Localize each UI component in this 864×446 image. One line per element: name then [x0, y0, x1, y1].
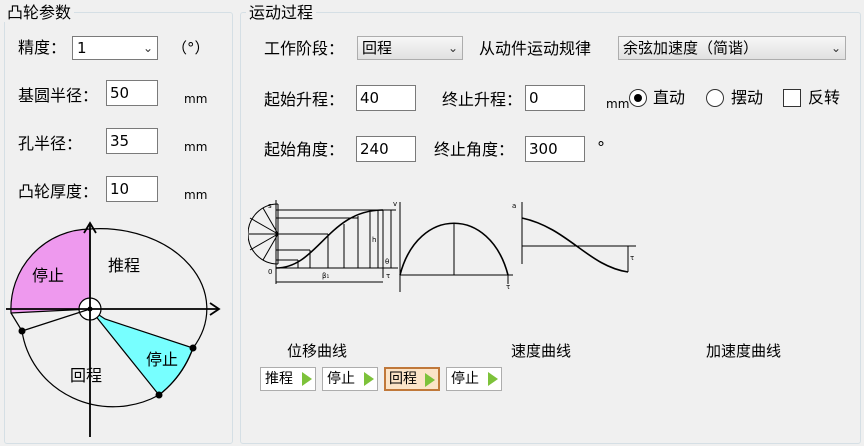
- radio-translate-label: 直动: [653, 88, 686, 107]
- end-angle-unit: °: [597, 138, 605, 157]
- label-tau-2: τ: [506, 283, 510, 291]
- end-lift-input[interactable]: 0: [525, 85, 585, 111]
- label-beta: β₁: [322, 272, 329, 280]
- play-arrow-icon: [364, 372, 374, 386]
- radio-swing[interactable]: [706, 89, 724, 107]
- sector-label-return: 回程: [70, 367, 102, 385]
- play-arrow-icon: [302, 372, 312, 386]
- step-button-label: 推程: [265, 371, 293, 387]
- step-button-label: 停止: [327, 371, 355, 387]
- label-v: v: [393, 200, 397, 208]
- base-radius-input[interactable]: 50: [106, 80, 158, 106]
- reverse-label: 反转: [808, 88, 841, 107]
- hole-radius-unit: mm: [184, 140, 208, 154]
- end-lift-unit: mm: [606, 97, 630, 111]
- label-a: a: [512, 202, 516, 210]
- chevron-down-icon: ⌄: [830, 41, 841, 55]
- end-angle-label: 终止角度：: [434, 140, 515, 159]
- sector-label-stop1: 停止: [32, 267, 64, 285]
- play-arrow-icon: [488, 372, 498, 386]
- start-angle-input[interactable]: 240: [356, 136, 416, 162]
- thickness-label: 凸轮厚度：: [18, 182, 99, 201]
- cam-params-title: 凸轮参数: [4, 4, 75, 22]
- precision-label: 精度：: [18, 38, 67, 57]
- end-angle-input[interactable]: 300: [525, 136, 585, 162]
- radio-translate[interactable]: [629, 89, 647, 107]
- thickness-input[interactable]: 10: [106, 176, 158, 202]
- stage-value: 回程: [362, 39, 393, 57]
- step-button-stop2[interactable]: 停止: [446, 367, 502, 391]
- motion-curves-diagram: s 0 h β₁ θ τ v τ a τ: [248, 200, 636, 292]
- precision-select[interactable]: 1 ⌄: [72, 36, 158, 60]
- label-o: 0: [268, 268, 272, 276]
- caption-displacement: 位移曲线: [287, 342, 348, 360]
- radio-swing-label: 摆动: [731, 88, 764, 107]
- caption-acceleration: 加速度曲线: [706, 342, 782, 360]
- boundary-point: [18, 327, 26, 335]
- base-radius-unit: mm: [184, 92, 208, 106]
- acceleration-curve: [521, 202, 636, 273]
- boundary-point: [155, 391, 163, 399]
- chevron-down-icon: ⌄: [142, 41, 153, 55]
- law-select[interactable]: 余弦加速度（简谐） ⌄: [618, 36, 846, 60]
- chevron-down-icon: ⌄: [447, 41, 458, 55]
- boundary-point: [189, 344, 197, 352]
- play-arrow-icon: [425, 373, 435, 387]
- cam-diagram: 停止 推程 回程 停止: [6, 221, 221, 437]
- start-angle-label: 起始角度：: [264, 140, 345, 159]
- label-tau-3: τ: [630, 254, 634, 262]
- step-button-label: 停止: [451, 371, 479, 387]
- stage-select[interactable]: 回程 ⌄: [357, 36, 463, 60]
- sector-label-stop2: 停止: [146, 351, 178, 369]
- base-radius-label: 基圆半径：: [18, 86, 99, 105]
- start-lift-input[interactable]: 40: [356, 85, 416, 111]
- stage-label: 工作阶段：: [264, 39, 345, 58]
- label-tau-1: τ: [386, 272, 390, 280]
- law-value: 余弦加速度（简谐）: [623, 39, 759, 57]
- step-button-label: 回程: [389, 371, 417, 387]
- precision-unit: （°）: [172, 39, 210, 57]
- precision-value: 1: [77, 39, 87, 57]
- start-lift-label: 起始升程：: [264, 90, 345, 109]
- thickness-unit: mm: [184, 188, 208, 202]
- sector-label-push: 推程: [108, 257, 140, 275]
- boundary-point: [87, 306, 93, 312]
- velocity-curve: [399, 202, 513, 292]
- motion-title: 运动过程: [246, 4, 317, 22]
- end-lift-label: 终止升程：: [442, 90, 523, 109]
- step-button-stop1[interactable]: 停止: [322, 367, 378, 391]
- label-s: s: [268, 202, 272, 210]
- caption-velocity: 速度曲线: [511, 342, 572, 360]
- label-theta: θ: [385, 258, 389, 266]
- hole-radius-input[interactable]: 35: [106, 128, 158, 154]
- step-button-return[interactable]: 回程: [384, 367, 440, 391]
- step-button-push[interactable]: 推程: [260, 367, 316, 391]
- label-h: h: [372, 236, 376, 244]
- hole-radius-label: 孔半径：: [18, 134, 83, 153]
- law-label: 从动件运动规律: [479, 39, 592, 58]
- reverse-checkbox[interactable]: [783, 89, 801, 107]
